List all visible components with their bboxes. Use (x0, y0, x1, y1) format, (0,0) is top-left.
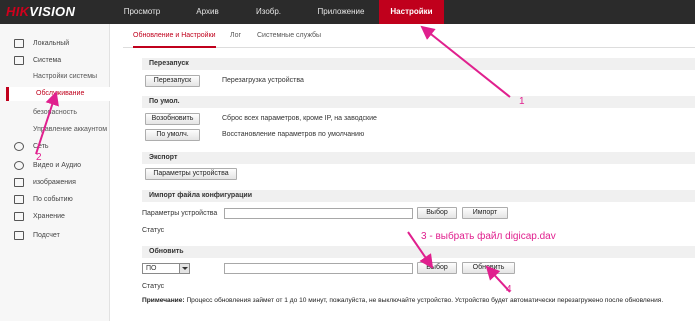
sidebar-sub-maintenance[interactable]: Обслуживание (6, 87, 110, 101)
upgrade-browse-button[interactable]: Выбор (417, 262, 457, 274)
tab-log[interactable]: Лог (230, 32, 241, 48)
video-audio-icon (14, 161, 24, 170)
sidebar-item-counting[interactable]: Подсчет (0, 227, 110, 244)
import-button[interactable]: Импорт (462, 207, 508, 219)
system-icon (14, 56, 24, 65)
sidebar-item-system[interactable]: Система (0, 52, 110, 69)
sidebar-item-label: Подсчет (33, 232, 60, 239)
sidebar-item-label: изображения (33, 179, 76, 186)
section-export-title: Экспорт (142, 152, 695, 164)
note-prefix: Примечание: (142, 297, 185, 304)
tab-bar: Обновление и Настройки Лог Системные слу… (123, 28, 695, 48)
tab-system-service[interactable]: Системные службы (257, 32, 321, 48)
nav-application[interactable]: Приложение (303, 0, 379, 24)
upgrade-file-path-input[interactable] (224, 263, 413, 274)
sidebar-item-storage[interactable]: Хранение (0, 208, 110, 225)
sidebar-item-label: Система (33, 57, 62, 64)
upgrade-note: Примечание: Процесс обновления займет от… (142, 297, 663, 304)
chevron-down-icon (179, 264, 189, 273)
sidebar-item-local[interactable]: Локальный (0, 35, 110, 52)
top-navigation-bar: HIKVISION Просмотр Архив Изобр. Приложен… (0, 0, 695, 24)
network-icon (14, 142, 24, 151)
event-icon (14, 195, 24, 204)
storage-icon (14, 212, 24, 221)
default-button[interactable]: По умолч. (145, 129, 200, 141)
sidebar-sub-account[interactable]: Управление аккаунтом (33, 123, 107, 137)
nav-configuration[interactable]: Настройки (379, 0, 444, 24)
sidebar-item-label: По событию (33, 196, 73, 203)
import-label: Параметры устройства (142, 210, 218, 217)
sidebar-item-video-audio[interactable]: Видео и Аудио (0, 157, 110, 174)
nav-picture[interactable]: Изобр. (241, 0, 296, 24)
sidebar-item-label: Хранение (33, 213, 65, 220)
upgrade-type-select[interactable]: ПО (142, 263, 190, 274)
annotation-label-2: 2 (36, 152, 42, 163)
sidebar-item-event[interactable]: По событию (0, 191, 110, 208)
tab-upgrade-maintenance[interactable]: Обновление и Настройки (133, 32, 216, 48)
sidebar-sub-system-settings[interactable]: Настройки системы (33, 70, 97, 84)
default-description: Восстановление параметров по умолчанию (222, 131, 365, 138)
image-icon (14, 178, 24, 187)
section-import-title: Импорт файла конфигурации (142, 190, 695, 202)
import-browse-button[interactable]: Выбор (417, 207, 457, 219)
sidebar-sub-security[interactable]: безопасность (33, 106, 77, 120)
annotation-label-1: 1 (519, 96, 525, 107)
nav-live-view[interactable]: Просмотр (112, 0, 172, 24)
annotation-label-4: 4 (506, 284, 512, 295)
sidebar-item-image[interactable]: изображения (0, 174, 110, 191)
nav-playback[interactable]: Архив (180, 0, 235, 24)
monitor-icon (14, 39, 24, 48)
reboot-description: Перезагрузка устройства (222, 77, 304, 84)
upgrade-type-value: ПО (146, 265, 157, 272)
import-status-label: Статус (142, 227, 165, 234)
counting-icon (14, 231, 24, 240)
restore-description: Сброс всех параметров, кроме IP, на заво… (222, 115, 377, 122)
section-default-title: По умол. (142, 96, 695, 108)
restore-button[interactable]: Возобновить (145, 113, 200, 125)
sidebar: Локальный Система Настройки системы Обсл… (0, 24, 110, 321)
sidebar-item-label: Локальный (33, 40, 70, 47)
upgrade-status-label: Статус (142, 283, 165, 290)
section-reboot-title: Перезапуск (142, 58, 695, 70)
export-device-params-button[interactable]: Параметры устройства (145, 168, 237, 180)
import-file-path-input[interactable] (224, 208, 413, 219)
annotation-label-3: 3 - выбрать файл digicap.dav (421, 231, 556, 242)
note-text: Процесс обновления займет от 1 до 10 мин… (184, 297, 664, 304)
reboot-button[interactable]: Перезапуск (145, 75, 200, 87)
sidebar-item-network[interactable]: Сеть (0, 138, 110, 155)
upgrade-button[interactable]: Обновить (462, 262, 515, 274)
hikvision-logo: HIKVISION (6, 4, 76, 19)
section-upgrade-title: Обновить (142, 246, 695, 258)
